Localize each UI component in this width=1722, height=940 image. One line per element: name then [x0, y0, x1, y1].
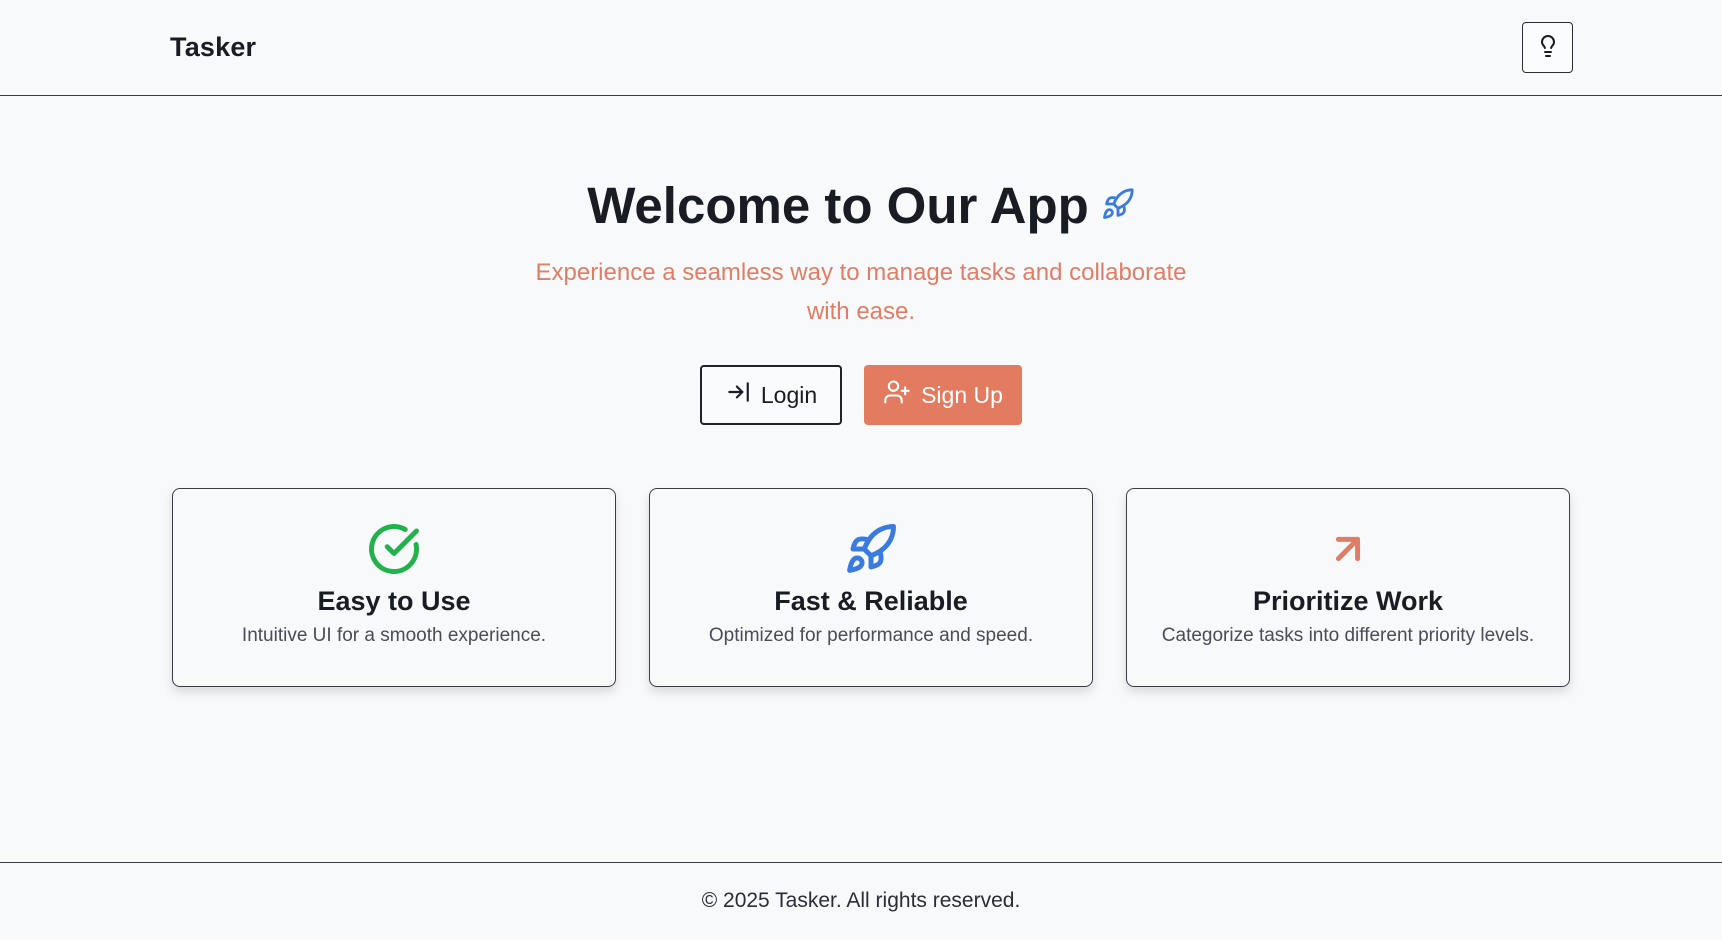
brand-logo[interactable]: Tasker — [170, 32, 256, 63]
feature-description: Optimized for performance and speed. — [708, 625, 1034, 646]
arrow-up-right-icon — [1127, 522, 1569, 576]
feature-title: Prioritize Work — [1252, 586, 1444, 616]
app-footer: © 2025 Tasker. All rights reserved. — [0, 862, 1722, 940]
rocket-icon — [1101, 187, 1135, 221]
signup-button[interactable]: Sign Up — [864, 365, 1022, 425]
hero-actions: Login Sign Up — [0, 365, 1722, 425]
hero-subtitle: Experience a seamless way to manage task… — [535, 259, 1187, 325]
signup-label: Sign Up — [921, 381, 1003, 408]
features-section: Easy to Use Intuitive UI for a smooth ex… — [172, 488, 1570, 687]
app-header: Tasker — [0, 0, 1722, 96]
theme-toggle-button[interactable] — [1522, 22, 1573, 73]
hero-title-row: Welcome to Our App — [0, 176, 1722, 235]
feature-card-easy: Easy to Use Intuitive UI for a smooth ex… — [172, 488, 616, 687]
feature-title: Fast & Reliable — [774, 586, 968, 616]
feature-description: Categorize tasks into different priority… — [1161, 625, 1535, 646]
page-title: Welcome to Our App — [587, 177, 1089, 234]
feature-card-fast: Fast & Reliable Optimized for performanc… — [649, 488, 1093, 687]
hero-section: Welcome to Our App Experience a seamless… — [0, 96, 1722, 425]
lightbulb-icon — [1536, 34, 1560, 61]
copyright-text: © 2025 Tasker. All rights reserved. — [701, 889, 1021, 912]
feature-card-prioritize: Prioritize Work Categorize tasks into di… — [1126, 488, 1570, 687]
rocket-icon — [650, 522, 1092, 576]
feature-description: Intuitive UI for a smooth experience. — [241, 625, 547, 646]
login-label: Login — [760, 381, 818, 408]
check-circle-icon — [173, 522, 615, 576]
login-button[interactable]: Login — [700, 365, 842, 425]
log-in-icon — [725, 379, 751, 411]
feature-title: Easy to Use — [317, 586, 471, 616]
user-plus-icon — [883, 378, 911, 412]
